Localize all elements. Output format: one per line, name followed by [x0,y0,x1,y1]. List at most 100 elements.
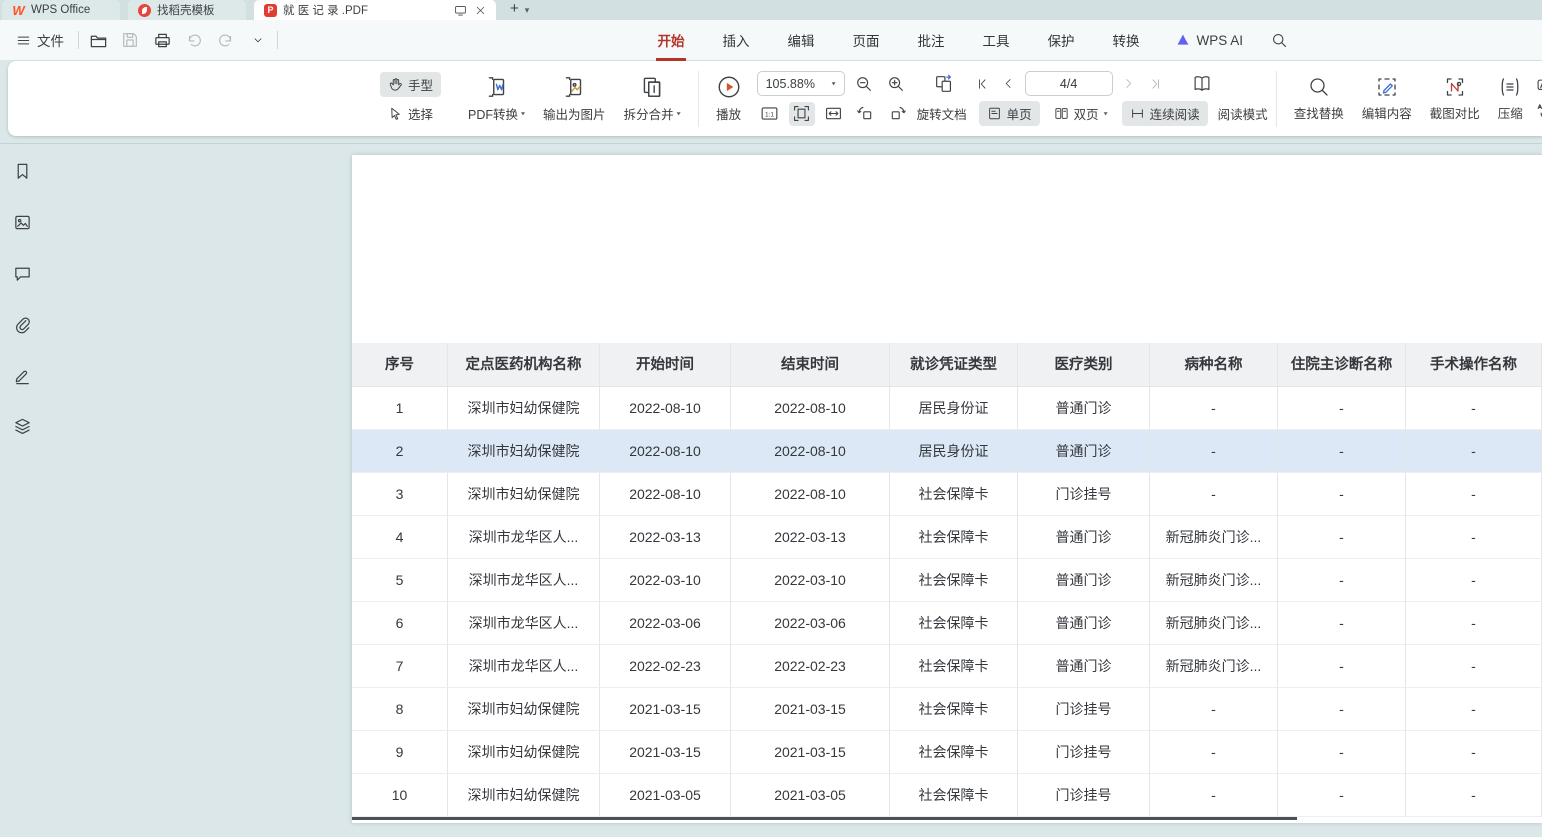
table-cell: 2022-03-06 [600,602,731,645]
redo-button[interactable] [215,29,237,51]
menu-tab-7[interactable]: 保护 [1045,21,1076,59]
rotate-right-button[interactable] [885,102,911,126]
table-cell: 2022-02-23 [600,645,731,688]
word-translate-button[interactable]: 划词翻译 ▾ [1536,102,1542,121]
attachment-icon[interactable] [10,311,36,337]
undo-button[interactable] [183,29,205,51]
table-cell: 门诊挂号 [1018,688,1150,731]
table-body: 1深圳市妇幼保健院2022-08-102022-08-10居民身份证普通门诊--… [352,387,1542,817]
full-translate-button[interactable]: 全文翻译 [1536,77,1542,96]
compress-label: 压缩 [1498,103,1523,122]
table-cell: 社会保障卡 [890,688,1018,731]
select-tool-button[interactable]: 选择 [380,101,441,126]
menu-tab-5[interactable]: 批注 [915,21,946,59]
wps-ai-button[interactable]: WPS AI [1175,33,1243,48]
table-cell: - [1278,774,1406,817]
open-file-button[interactable] [87,29,109,51]
table-cell: 2022-03-13 [600,516,731,559]
tab-list-chevron-icon[interactable]: ▾ [525,5,530,16]
table-header-cell: 就诊凭证类型 [890,343,1018,387]
menu-tab-2[interactable]: 插入 [720,21,751,59]
edit-content-button[interactable]: 编辑内容 [1353,71,1421,126]
file-menu-button[interactable]: 文件 [10,26,70,54]
single-page-label: 单页 [1007,104,1032,123]
table-cell: 2022-03-10 [731,559,890,602]
compress-icon [1498,75,1522,99]
table-cell: - [1406,559,1542,602]
table-cell: 深圳市妇幼保健院 [448,774,600,817]
table-cell: 深圳市妇幼保健院 [448,688,600,731]
horizontal-scrollbar[interactable] [352,817,1297,820]
print-button[interactable] [151,29,173,51]
screenshot-compare-button[interactable]: 截图对比 [1421,71,1489,126]
table-cell: 居民身份证 [890,387,1018,430]
double-page-button[interactable]: 双页 ▾ [1046,101,1116,126]
menu-tab-6[interactable]: 工具 [980,21,1011,59]
table-cell: - [1150,688,1278,731]
quickbar-chevron-icon[interactable] [247,29,269,51]
signature-pen-icon[interactable] [10,362,36,388]
export-image-button[interactable]: 输出为图片 [534,70,615,127]
page-number-input[interactable] [1025,71,1113,96]
screenshot-compare-icon [1443,75,1467,99]
bookmark-icon[interactable] [10,158,36,184]
menu-tab-3[interactable]: 编辑 [785,21,816,59]
thumbnail-icon[interactable] [10,209,36,235]
split-merge-button[interactable]: 拆分合并▾ [615,70,690,127]
menu-tab-8[interactable]: 转换 [1110,21,1141,59]
save-button[interactable] [119,29,141,51]
cursor-icon [388,106,403,121]
zoom-out-button[interactable] [851,72,877,96]
menu-tab-4[interactable]: 页面 [850,21,881,59]
zoom-in-button[interactable] [883,72,909,96]
close-tab-icon[interactable] [475,5,486,16]
table-row: 6深圳市龙华区人...2022-03-062022-03-06社会保障卡普通门诊… [352,602,1542,645]
actual-size-button[interactable]: 1:1 [757,102,783,126]
left-sidebar [0,144,45,837]
rotate-doc-label[interactable]: 旋转文档 [917,104,967,123]
compress-button[interactable]: 压缩 [1489,71,1532,126]
layers-icon[interactable] [10,413,36,439]
table-cell: 普通门诊 [1018,387,1150,430]
tab-wps-office[interactable]: W WPS Office [2,0,120,20]
swap-pages-button[interactable] [931,72,957,96]
last-page-button[interactable] [1145,72,1165,96]
play-button[interactable]: 播放 [707,70,751,127]
table-row: 9深圳市妇幼保健院2021-03-152021-03-15社会保障卡门诊挂号--… [352,731,1542,774]
rotate-left-button[interactable] [853,102,879,126]
single-page-button[interactable]: 单页 [979,101,1040,126]
table-cell: 6 [352,602,448,645]
double-page-icon [1054,106,1069,121]
hamburger-icon [16,33,31,48]
read-mode-label[interactable]: 阅读模式 [1218,104,1268,123]
menu-search-icon[interactable] [1271,32,1288,49]
table-cell: 2021-03-05 [731,774,890,817]
new-tab-button[interactable]: + [504,0,525,20]
table-cell: 2022-02-23 [731,645,890,688]
table-cell: 深圳市妇幼保健院 [448,387,600,430]
table-cell: 普通门诊 [1018,645,1150,688]
tab-medical-record-pdf[interactable]: P 就 医 记 录 .PDF [254,0,496,20]
hand-tool-button[interactable]: 手型 [380,72,441,97]
next-page-button[interactable] [1119,72,1139,96]
edit-content-label: 编辑内容 [1362,103,1412,122]
previous-page-button[interactable] [999,72,1019,96]
first-page-button[interactable] [973,72,993,96]
zoom-level-select[interactable]: 105.88% ▾ [757,71,845,96]
fit-page-button[interactable] [789,102,815,126]
find-replace-button[interactable]: 查找替换 [1285,71,1353,126]
menu-tab-1[interactable]: 开始 [655,21,686,59]
table-cell: - [1278,602,1406,645]
table-cell: 4 [352,516,448,559]
tab-docer-templates[interactable]: 找稻壳模板 [128,0,246,20]
continuous-read-button[interactable]: 连续阅读 [1122,101,1208,126]
fit-width-button[interactable] [821,102,847,126]
pdf-page[interactable]: 序号定点医药机构名称开始时间结束时间就诊凭证类型医疗类别病种名称住院主诊断名称手… [352,155,1542,823]
pdf-convert-button[interactable]: PDF转换▾ [459,70,534,127]
comment-icon[interactable] [10,260,36,286]
table-cell: - [1150,387,1278,430]
document-area: 序号定点医药机构名称开始时间结束时间就诊凭证类型医疗类别病种名称住院主诊断名称手… [45,144,1542,837]
edit-pencil-icon [1375,75,1399,99]
monitor-icon[interactable] [454,4,467,17]
export-image-icon [561,74,587,100]
